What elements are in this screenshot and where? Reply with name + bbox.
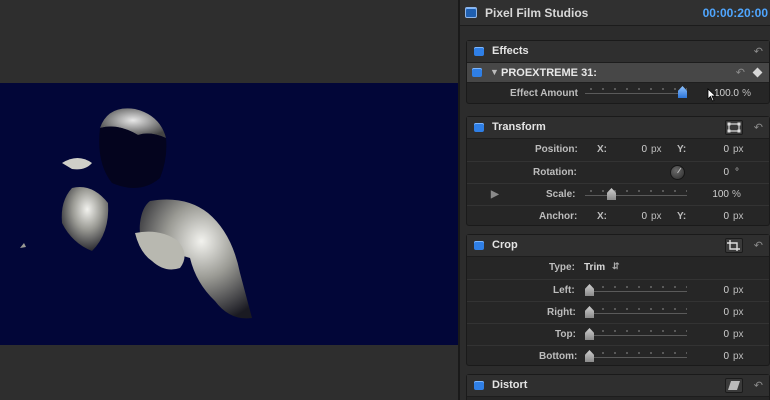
crop-type-label: Type: xyxy=(549,262,575,273)
updown-chevron-icon[interactable]: ⇵ xyxy=(612,261,620,272)
crop-bottom-unit: px xyxy=(733,351,744,362)
distort-enable-checkbox[interactable] xyxy=(474,381,484,390)
scale-label: Scale: xyxy=(546,189,576,200)
crop-left-label: Left: xyxy=(553,285,575,296)
position-y-unit: px xyxy=(733,144,744,155)
crop-right-unit: px xyxy=(733,307,744,318)
distort-label: Distort xyxy=(492,379,528,391)
crop-top-label: Top: xyxy=(555,329,576,340)
anchor-x-label: X: xyxy=(597,211,607,222)
scale-unit: % xyxy=(732,189,741,200)
crop-left-value[interactable]: 0 xyxy=(697,285,729,296)
crop-bottom-label: Bottom: xyxy=(539,351,578,362)
anchor-row: Anchor: X: 0 px Y: 0 px xyxy=(467,205,769,227)
anchor-x-value[interactable]: 0 xyxy=(617,211,647,222)
inspector-header: Pixel Film Studios 00:00:20:00 xyxy=(460,0,770,26)
transform-header: Transform ↶ xyxy=(467,117,769,139)
position-x-unit: px xyxy=(651,144,662,155)
transform-onscreen-icon[interactable] xyxy=(725,120,743,135)
distort-onscreen-icon[interactable] xyxy=(725,378,743,393)
rotation-value[interactable]: 0 xyxy=(697,167,729,178)
inspector-title: Pixel Film Studios xyxy=(485,6,589,20)
crop-top-slider[interactable] xyxy=(585,328,687,340)
crop-type-select[interactable]: Trim xyxy=(584,262,605,273)
crop-top-unit: px xyxy=(733,329,744,340)
plugin-enable-checkbox[interactable] xyxy=(472,68,482,77)
reset-icon[interactable]: ↶ xyxy=(754,121,763,134)
viewer-panel xyxy=(0,0,458,400)
crop-onscreen-icon[interactable] xyxy=(725,238,743,253)
video-frame[interactable] xyxy=(0,83,458,345)
scale-row: ▶ Scale: 100 % xyxy=(467,183,769,205)
distort-section: Distort ↶ xyxy=(466,374,770,400)
crop-bottom-row: Bottom: 0 px xyxy=(467,345,769,367)
effects-section: Effects ↶ ▼ PROEXTREME 31: ↶ Effect Amou… xyxy=(466,40,770,104)
effect-amount-row: Effect Amount 100.0 % xyxy=(467,83,769,105)
scale-value[interactable]: 100 xyxy=(707,189,729,200)
crop-type-row: Type: Trim ⇵ xyxy=(467,257,769,279)
reset-icon[interactable]: ↶ xyxy=(736,66,745,79)
crop-bottom-slider[interactable] xyxy=(585,350,687,362)
crop-right-value[interactable]: 0 xyxy=(697,307,729,318)
effects-header: Effects ↶ xyxy=(467,41,769,63)
position-x-label: X: xyxy=(597,144,607,155)
rotation-unit: ° xyxy=(735,167,739,178)
distort-header: Distort ↶ xyxy=(467,375,769,397)
reset-icon[interactable]: ↶ xyxy=(754,45,763,58)
effects-label: Effects xyxy=(492,45,529,57)
crop-top-row: Top: 0 px xyxy=(467,323,769,345)
film-icon xyxy=(465,7,477,18)
crop-header: Crop ↶ xyxy=(467,235,769,257)
rotation-row: Rotation: 0 ° xyxy=(467,161,769,183)
crop-enable-checkbox[interactable] xyxy=(474,241,484,250)
inspector-panel: Pixel Film Studios 00:00:20:00 Effects ↶… xyxy=(460,0,770,400)
anchor-y-value[interactable]: 0 xyxy=(697,211,729,222)
effect-amount-label: Effect Amount xyxy=(510,88,578,99)
anchor-x-unit: px xyxy=(651,211,662,222)
effect-amount-value[interactable]: 100.0 xyxy=(699,88,739,99)
crop-left-unit: px xyxy=(733,285,744,296)
crop-label: Crop xyxy=(492,239,518,251)
rotation-label: Rotation: xyxy=(533,167,577,178)
crop-right-label: Right: xyxy=(547,307,576,318)
plugin-name: PROEXTREME 31: xyxy=(501,67,597,79)
position-row: Position: X: 0 px Y: 0 px xyxy=(467,139,769,161)
position-y-value[interactable]: 0 xyxy=(697,144,729,155)
transform-label: Transform xyxy=(492,121,546,133)
disclosure-triangle-icon[interactable]: ▼ xyxy=(490,67,499,77)
crop-left-slider[interactable] xyxy=(585,284,687,296)
plugin-header: ▼ PROEXTREME 31: ↶ xyxy=(467,63,769,83)
reset-icon[interactable]: ↶ xyxy=(754,239,763,252)
reset-icon[interactable]: ↶ xyxy=(754,379,763,392)
effects-enable-checkbox[interactable] xyxy=(474,47,484,56)
crop-left-row: Left: 0 px xyxy=(467,279,769,301)
anchor-y-unit: px xyxy=(733,211,744,222)
position-y-label: Y: xyxy=(677,144,687,155)
timecode-display: 00:00:20:00 xyxy=(702,6,768,20)
crop-section: Crop ↶ Type: Trim ⇵ Left: 0 px Right: 0 … xyxy=(466,234,770,366)
anchor-label: Anchor: xyxy=(539,211,578,222)
rotation-dial[interactable] xyxy=(670,165,685,180)
video-image xyxy=(20,108,252,319)
transform-section: Transform ↶ Position: X: 0 px Y: 0 px Ro… xyxy=(466,116,770,226)
effect-amount-slider[interactable] xyxy=(585,86,687,98)
crop-right-slider[interactable] xyxy=(585,306,687,318)
mouse-cursor-icon xyxy=(707,88,717,102)
position-x-value[interactable]: 0 xyxy=(617,144,647,155)
anchor-y-label: Y: xyxy=(677,211,687,222)
effect-amount-unit: % xyxy=(742,88,751,99)
position-label: Position: xyxy=(535,144,578,155)
disclosure-triangle-icon[interactable]: ▶ xyxy=(491,189,499,200)
keyframe-icon[interactable] xyxy=(751,66,764,79)
transform-enable-checkbox[interactable] xyxy=(474,123,484,132)
crop-right-row: Right: 0 px xyxy=(467,301,769,323)
scale-slider[interactable] xyxy=(585,188,687,200)
crop-bottom-value[interactable]: 0 xyxy=(697,351,729,362)
crop-top-value[interactable]: 0 xyxy=(697,329,729,340)
